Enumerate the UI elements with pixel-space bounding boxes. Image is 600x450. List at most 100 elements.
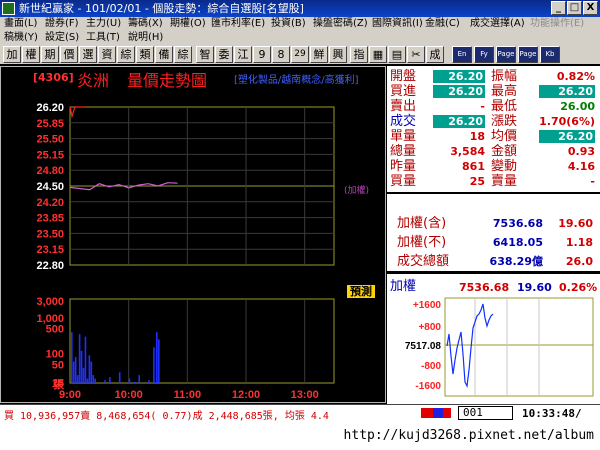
volume-bars xyxy=(70,332,160,383)
menu-item[interactable]: 說明(H) xyxy=(128,31,163,45)
time-tick-label: 11:00 xyxy=(174,389,202,401)
toolbar-button-weighted[interactable]: 權 xyxy=(22,46,40,63)
menu-bar-secondary: 稿機(Y) 設定(S) 工具(T) 說明(H) xyxy=(0,31,600,45)
volume-frame xyxy=(69,298,335,384)
toolbar-button-backup[interactable]: 備 xyxy=(155,46,173,63)
quote-label: 漲跌 xyxy=(491,114,518,129)
menu-item[interactable]: 設定(S) xyxy=(45,31,79,45)
menu-item[interactable]: 成交選擇(A) xyxy=(470,17,525,31)
chart-grid xyxy=(69,106,335,384)
quote-value: 26.20 xyxy=(539,130,595,143)
index-value: 7536.68 xyxy=(492,217,543,230)
forecast-tag[interactable]: 預測 xyxy=(347,285,375,298)
menu-item[interactable]: 功能操作(E) xyxy=(530,17,584,31)
list-icon[interactable]: ▤ xyxy=(388,46,406,63)
quote-value: 26.20 xyxy=(433,70,485,83)
volume-bar xyxy=(92,375,95,383)
price-volume-chart[interactable]: [4306] 炎洲 量價走勢圖 [塑化製品/越南概念/高獲利] 26.20 25.… xyxy=(0,66,386,403)
toolbar-button-price[interactable]: 價 xyxy=(60,46,78,63)
quote-value: 4.16 xyxy=(567,160,595,173)
toolbar-button-index[interactable]: 加 xyxy=(3,46,21,63)
quote-value: 26.20 xyxy=(539,85,595,98)
menu-item[interactable]: 畫面(L) xyxy=(4,17,37,31)
toolbar-button-order[interactable]: 委 xyxy=(215,46,233,63)
index-value: 6418.05 xyxy=(492,236,543,249)
mini-tick-label: -800 xyxy=(421,361,441,372)
menu-item[interactable]: 操盤密碼(Z) xyxy=(313,17,368,31)
price-tick-label: 24.50 xyxy=(36,181,64,193)
close-button[interactable]: X xyxy=(583,1,598,15)
index-change: 1.18 xyxy=(565,236,593,249)
menu-item[interactable]: 投資(B) xyxy=(271,17,306,31)
toolbar-button-info[interactable]: 資 xyxy=(98,46,116,63)
watermark-bar: http://kujd3268.pixnet.net/album xyxy=(0,422,600,450)
page-up-button[interactable]: Page xyxy=(496,46,516,63)
menu-item[interactable]: 金融(C) xyxy=(425,17,460,31)
volume-bar xyxy=(76,375,79,383)
menu-item[interactable]: 國際資訊(I) xyxy=(372,17,423,31)
scissors-icon[interactable]: ✂ xyxy=(407,46,425,63)
pressure-indicator xyxy=(443,408,451,418)
index-panel: 加權(含) 7536.68 19.60 加權(不) 6418.05 1.18 成… xyxy=(387,194,600,271)
price-tick-label: 22.80 xyxy=(36,260,64,272)
volume-bar xyxy=(94,378,97,383)
volume-bar xyxy=(70,332,73,383)
toolbar-button-select[interactable]: 選 xyxy=(79,46,97,63)
time-tick-label: 9:00 xyxy=(59,389,81,401)
quote-value: 26.20 xyxy=(433,85,485,98)
grid-icon[interactable]: ▦ xyxy=(369,46,387,63)
stock-code-input[interactable]: 001 xyxy=(458,406,513,420)
menu-item[interactable]: 工具(T) xyxy=(86,31,120,45)
toolbar-button-9[interactable]: 9 xyxy=(253,46,271,63)
toolbar-button-summary[interactable]: 綜 xyxy=(174,46,192,63)
price-tick-label: 23.15 xyxy=(36,244,64,256)
volume-bar xyxy=(78,334,81,383)
keyboard-button[interactable]: Kb xyxy=(540,46,560,63)
quote-label: 單量 xyxy=(390,129,417,144)
quote-label: 最低 xyxy=(491,99,518,114)
quote-value: 861 xyxy=(462,160,485,173)
turnover-label: 成交總額 xyxy=(397,254,450,269)
reference-label: (加權) xyxy=(344,186,370,196)
minimize-button[interactable]: _ xyxy=(551,1,566,15)
menu-item[interactable]: 稿機(Y) xyxy=(4,31,38,45)
quote-value: 0.82% xyxy=(556,70,595,83)
maximize-button[interactable]: □ xyxy=(567,1,582,15)
page-down-button[interactable]: Page xyxy=(518,46,538,63)
menu-item[interactable]: 主力(U) xyxy=(86,17,121,31)
toolbar-button-rise[interactable]: 興 xyxy=(329,46,347,63)
toolbar-button-composite[interactable]: 綜 xyxy=(117,46,135,63)
toolbar-button-category[interactable]: 類 xyxy=(136,46,154,63)
quote-value: 18 xyxy=(469,130,485,143)
toolbar-button-smart[interactable]: 智 xyxy=(196,46,214,63)
mini-tick-label: +1600 xyxy=(413,300,442,311)
volume-bar xyxy=(90,361,93,383)
toolbar-button-en[interactable]: En xyxy=(452,46,472,63)
toolbar-button-8[interactable]: 8 xyxy=(272,46,290,63)
volume-bar xyxy=(88,355,91,383)
toolbar-button-indicator[interactable]: 指 xyxy=(350,46,368,63)
toolbar-button-29[interactable]: 29 xyxy=(291,46,309,63)
quote-label: 賣出 xyxy=(390,99,417,114)
menu-item[interactable]: 證券(F) xyxy=(45,17,79,31)
toolbar-button-trade[interactable]: 成 xyxy=(426,46,444,63)
volume-bar xyxy=(158,339,160,383)
price-tick-label: 23.85 xyxy=(36,213,64,225)
time-tick-label: 12:00 xyxy=(232,389,260,401)
toolbar-button-fy[interactable]: Fy xyxy=(474,46,494,63)
app-icon xyxy=(2,2,15,15)
price-tick-label: 26.20 xyxy=(36,102,64,114)
sell-pressure-indicator xyxy=(421,408,433,418)
toolbar-button-fresh[interactable]: 鮮 xyxy=(310,46,328,63)
index-mini-chart[interactable]: 加權 7536.68 19.60 0.26% +1600 +800 7517.08-… xyxy=(387,274,600,404)
toolbar-button-futures[interactable]: 期 xyxy=(41,46,59,63)
quote-value: 26.20 xyxy=(433,115,485,128)
toolbar-button-river[interactable]: 江 xyxy=(234,46,252,63)
menu-item[interactable]: 匯市利率(E) xyxy=(211,17,265,31)
menu-item[interactable]: 期權(O) xyxy=(170,17,206,31)
volume-bar xyxy=(153,347,155,383)
price-tick-label: 25.15 xyxy=(36,149,64,161)
menu-item[interactable]: 籌碼(X) xyxy=(128,17,163,31)
quote-label: 均價 xyxy=(491,129,518,144)
quote-label: 總量 xyxy=(390,144,417,159)
